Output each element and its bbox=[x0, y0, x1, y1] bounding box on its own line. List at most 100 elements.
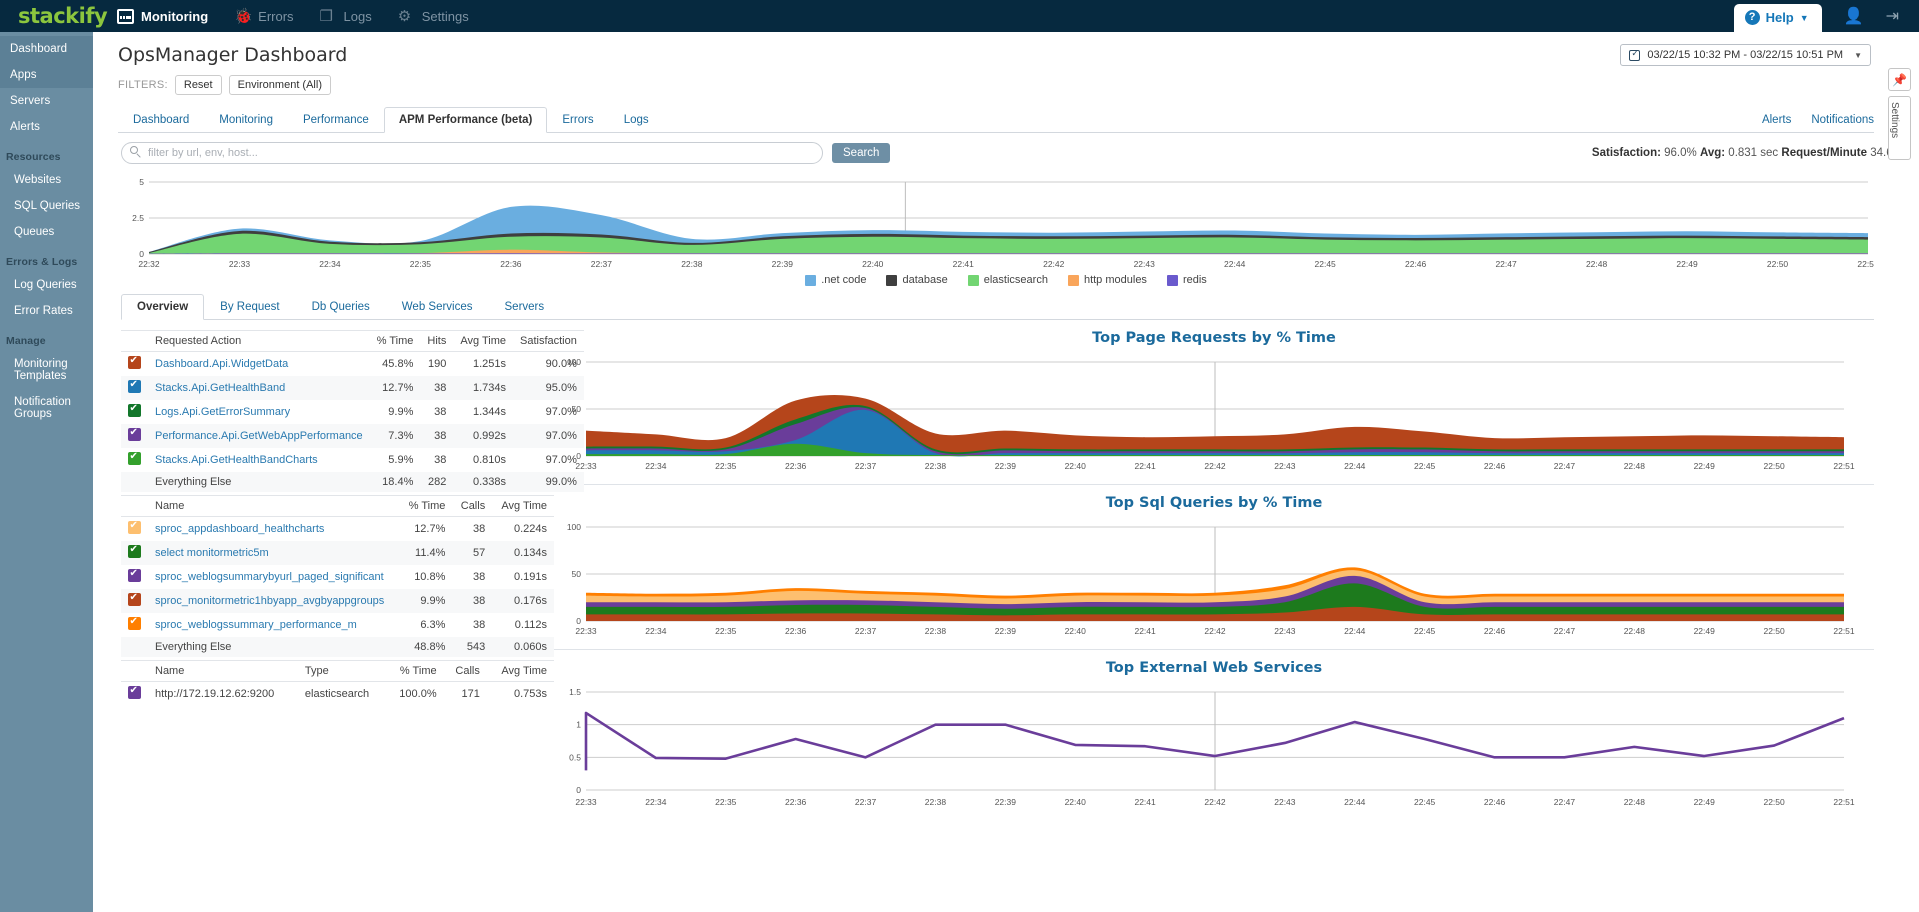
settings-side-tab[interactable]: Settings bbox=[1888, 96, 1911, 160]
series-checkbox[interactable] bbox=[128, 592, 141, 606]
search-input[interactable] bbox=[121, 142, 823, 164]
subtab-db-queries[interactable]: Db Queries bbox=[296, 294, 386, 320]
nav-errors[interactable]: 🐞 Errors bbox=[234, 9, 293, 24]
link-alerts[interactable]: Alerts bbox=[1762, 114, 1791, 126]
subtab-by-request[interactable]: By Request bbox=[204, 294, 295, 320]
subtab-servers[interactable]: Servers bbox=[489, 294, 561, 320]
row-link[interactable]: Performance.Api.GetWebAppPerformance bbox=[155, 430, 363, 442]
series-checkbox[interactable] bbox=[128, 403, 141, 417]
sidebar-item-alerts[interactable]: Alerts bbox=[0, 114, 93, 140]
cell-name[interactable]: select monitormetric5m bbox=[148, 541, 400, 565]
cell-name[interactable]: sproc_monitormetric1hbyapp_avgbyappgroup… bbox=[148, 589, 400, 613]
cell-name[interactable]: sproc_weblogsummarybyurl_paged_significa… bbox=[148, 565, 400, 589]
date-range-picker[interactable]: 03/22/15 10:32 PM - 03/22/15 10:51 PM ▼ bbox=[1620, 44, 1871, 66]
sidebar-item-error-rates[interactable]: Error Rates bbox=[0, 298, 93, 324]
link-notifications[interactable]: Notifications bbox=[1811, 114, 1874, 126]
sidebar-item-dashboard[interactable]: Dashboard bbox=[0, 36, 93, 62]
cell-name[interactable]: sproc_weblogssummary_performance_m bbox=[148, 613, 400, 637]
series-checkbox[interactable] bbox=[128, 451, 141, 465]
sidebar-item-log-queries[interactable]: Log Queries bbox=[0, 272, 93, 298]
svg-text:22:44: 22:44 bbox=[1344, 797, 1366, 807]
cell-pct: 10.8% bbox=[414, 571, 446, 583]
column-header: Name bbox=[148, 495, 400, 517]
cell-pct: 11.4% bbox=[399, 541, 453, 565]
series-checkbox[interactable] bbox=[128, 685, 141, 699]
row-link[interactable]: Stacks.Api.GetHealthBand bbox=[155, 382, 285, 394]
search-button[interactable]: Search bbox=[832, 143, 891, 163]
row-link[interactable]: sproc_monitormetric1hbyapp_avgbyappgroup… bbox=[155, 595, 384, 607]
cell-name: http://172.19.12.62:9200 bbox=[155, 688, 275, 700]
series-checkbox[interactable] bbox=[128, 544, 141, 558]
user-icon[interactable]: 👤 bbox=[1844, 6, 1864, 26]
tab-apm-performance[interactable]: APM Performance (beta) bbox=[383, 107, 548, 133]
cell-name[interactable]: Logs.Api.GetErrorSummary bbox=[148, 400, 370, 424]
chevron-down-icon: ▼ bbox=[1854, 50, 1862, 60]
series-checkbox[interactable] bbox=[128, 616, 141, 630]
svg-text:22:34: 22:34 bbox=[645, 461, 667, 471]
sidebar-item-websites[interactable]: Websites bbox=[0, 167, 93, 193]
legend-item-http-modules[interactable]: http modules bbox=[1067, 274, 1147, 286]
series-checkbox[interactable] bbox=[128, 568, 141, 582]
help-button[interactable]: ? Help ▼ bbox=[1733, 4, 1822, 32]
row-link[interactable]: sproc_weblogsummarybyurl_paged_significa… bbox=[155, 571, 384, 583]
subtab-web-services[interactable]: Web Services bbox=[386, 294, 489, 320]
sidebar-item-notification-groups[interactable]: Notification Groups bbox=[0, 389, 93, 427]
cell-name[interactable]: Performance.Api.GetWebAppPerformance bbox=[148, 424, 370, 448]
overview-chart-svg: 0 2.5 5 22:32 22:33 22:34 22:35 22:36 22:37 22:38… bbox=[132, 177, 1874, 269]
tab-dashboard[interactable]: Dashboard bbox=[118, 107, 204, 133]
row-link[interactable]: Logs.Api.GetErrorSummary bbox=[155, 406, 290, 418]
tab-errors[interactable]: Errors bbox=[547, 107, 608, 133]
cell-hits: 38 bbox=[420, 424, 454, 448]
cell-calls: 38 bbox=[472, 571, 486, 583]
sidebar-item-servers[interactable]: Servers bbox=[0, 88, 93, 114]
subtab-overview[interactable]: Overview bbox=[121, 294, 205, 320]
avg-value: 0.831 bbox=[1728, 147, 1758, 159]
reset-filter-button[interactable]: Reset bbox=[174, 75, 222, 95]
series-checkbox[interactable] bbox=[128, 379, 141, 393]
svg-text:22:46: 22:46 bbox=[1484, 461, 1506, 471]
web-services-chart-svg: 0 0.5 1 1.5 22:33 22:34 22:35 22:36 22:37 22:38 22… bbox=[569, 687, 1855, 807]
cell-name[interactable]: Stacks.Api.GetHealthBand bbox=[148, 376, 370, 400]
sidebar-group-resources: Resources bbox=[6, 151, 61, 163]
nav-monitoring[interactable]: Monitoring bbox=[117, 8, 208, 24]
logs-icon: ❒ bbox=[319, 7, 333, 25]
cell-name[interactable]: sproc_appdashboard_healthcharts bbox=[148, 517, 400, 542]
column-header: Avg Time bbox=[453, 330, 513, 352]
legend-item-elasticsearch[interactable]: elasticsearch bbox=[967, 274, 1048, 286]
nav-logs-label: Logs bbox=[343, 8, 372, 24]
legend-item--net-code[interactable]: .net code bbox=[805, 274, 866, 286]
tab-performance[interactable]: Performance bbox=[288, 107, 384, 133]
search-row: Search Satisfaction: 96.0% Avg: 0.831 se… bbox=[93, 133, 1919, 164]
row-link[interactable]: sproc_weblogssummary_performance_m bbox=[155, 619, 357, 631]
environment-filter-button[interactable]: Environment (All) bbox=[228, 75, 331, 95]
series-checkbox[interactable] bbox=[128, 355, 141, 369]
cell-name[interactable]: Stacks.Api.GetHealthBandCharts bbox=[148, 448, 370, 472]
legend-item-redis[interactable]: redis bbox=[1166, 274, 1207, 286]
cell-name[interactable]: Dashboard.Api.WidgetData bbox=[148, 352, 370, 377]
sidebar-item-monitoring-templates[interactable]: Monitoring Templates bbox=[0, 351, 93, 389]
nav-settings[interactable]: ⚙ Settings bbox=[398, 9, 469, 24]
row-checkbox-cell bbox=[121, 517, 148, 542]
sidebar-item-apps[interactable]: Apps bbox=[0, 62, 93, 88]
series-checkbox[interactable] bbox=[128, 427, 141, 441]
row-link[interactable]: Dashboard.Api.WidgetData bbox=[155, 358, 288, 370]
row-checkbox-cell bbox=[121, 424, 148, 448]
legend-item-database[interactable]: database bbox=[886, 274, 948, 286]
summary-stats: Satisfaction: 96.0% Avg: 0.831 sec Reque… bbox=[1592, 147, 1919, 159]
svg-text:22:40: 22:40 bbox=[1065, 461, 1087, 471]
sidebar-item-monitoring-templates-label: Monitoring Templates bbox=[14, 358, 68, 382]
row-link[interactable]: sproc_appdashboard_healthcharts bbox=[155, 523, 324, 535]
select-column-header bbox=[121, 660, 148, 682]
row-link[interactable]: select monitormetric5m bbox=[155, 547, 269, 559]
series-checkbox[interactable] bbox=[128, 520, 141, 534]
row-link[interactable]: Stacks.Api.GetHealthBandCharts bbox=[155, 454, 318, 466]
sidebar-item-sql-queries[interactable]: SQL Queries bbox=[0, 193, 93, 219]
web-services-table: NameType% TimeCallsAvg Timehttp://172.19… bbox=[121, 660, 554, 706]
pin-icon[interactable]: 📌 bbox=[1888, 68, 1911, 91]
logout-icon[interactable]: ⇥ bbox=[1886, 6, 1899, 26]
tab-monitoring[interactable]: Monitoring bbox=[204, 107, 288, 133]
nav-logs[interactable]: ❒ Logs bbox=[320, 9, 372, 24]
sidebar-item-queues[interactable]: Queues bbox=[0, 219, 93, 245]
stackify-logo[interactable]: stackify bbox=[0, 4, 108, 28]
tab-logs[interactable]: Logs bbox=[609, 107, 664, 133]
